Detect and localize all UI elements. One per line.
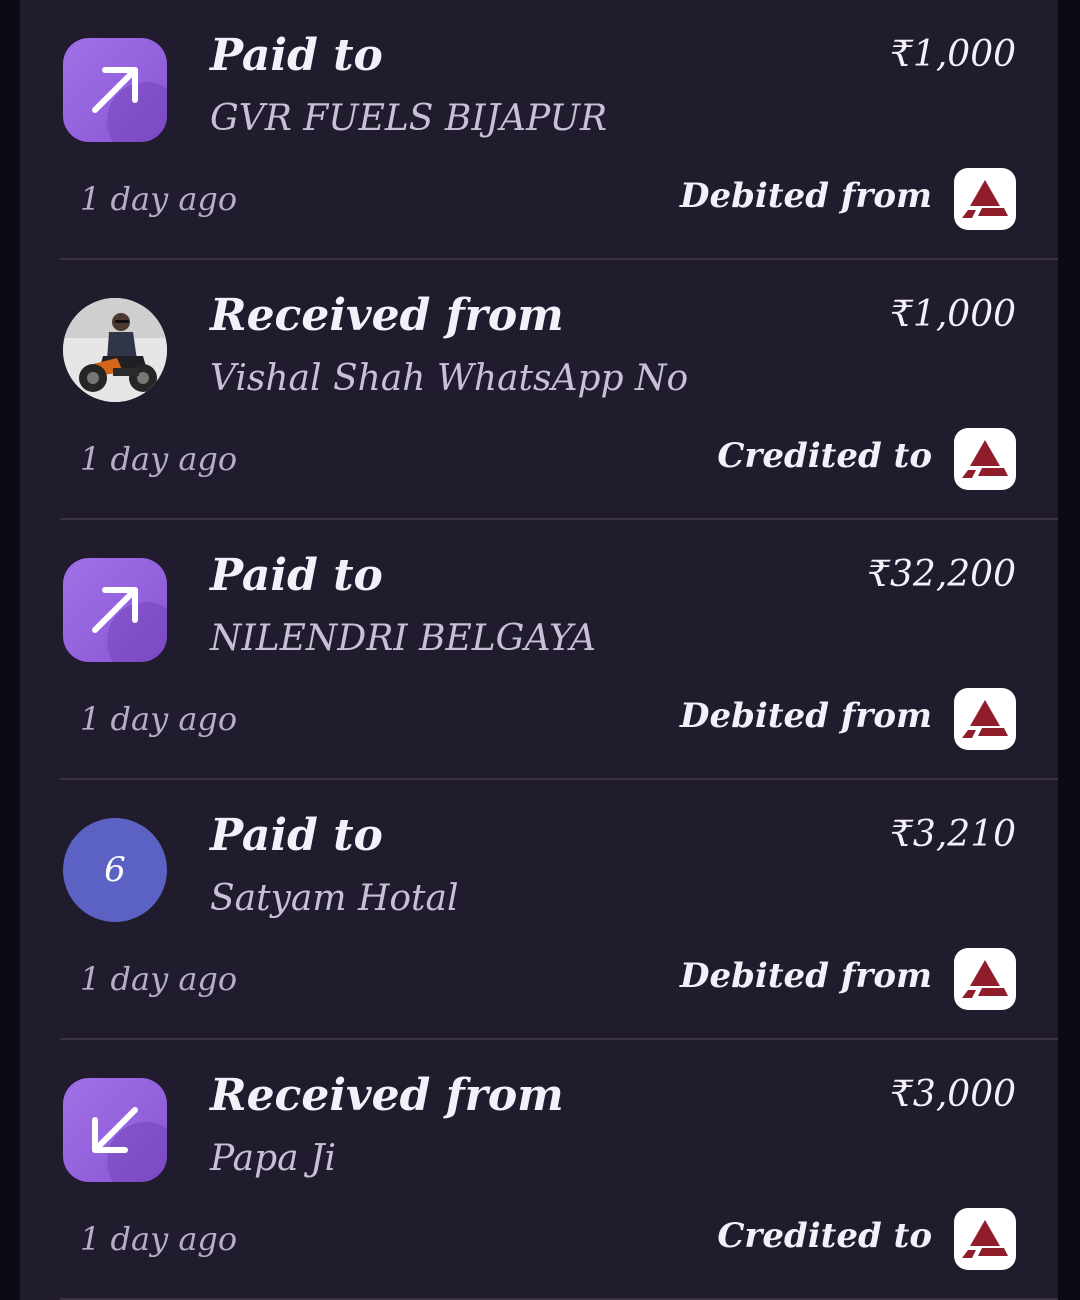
arrow-down-left-icon bbox=[63, 1078, 167, 1182]
account-status-label: Debited from bbox=[680, 956, 932, 996]
avatar-letter: 6 bbox=[104, 850, 126, 890]
counterparty-name: Vishal Shah WhatsApp No bbox=[210, 358, 689, 399]
transaction-row[interactable]: Received from Vishal Shah WhatsApp No ₹1… bbox=[60, 260, 1058, 520]
transaction-row[interactable]: Received from Papa Ji ₹3,000 1 day ago C… bbox=[60, 1040, 1058, 1300]
transaction-time: 1 day ago bbox=[80, 700, 238, 738]
axis-bank-logo-icon bbox=[954, 168, 1016, 230]
axis-bank-logo-icon bbox=[954, 1208, 1016, 1270]
transaction-time: 1 day ago bbox=[80, 960, 238, 998]
account-status-label: Credited to bbox=[717, 436, 932, 476]
transaction-amount: ₹1,000 bbox=[890, 34, 1016, 75]
axis-bank-logo-icon bbox=[954, 428, 1016, 490]
transaction-time: 1 day ago bbox=[80, 180, 238, 218]
avatar bbox=[63, 298, 167, 402]
transaction-type: Paid to bbox=[210, 30, 383, 81]
axis-bank-logo-icon bbox=[954, 948, 1016, 1010]
counterparty-name: NILENDRI BELGAYA bbox=[210, 618, 596, 659]
transaction-row[interactable]: Paid to NILENDRI BELGAYA ₹32,200 1 day a… bbox=[60, 520, 1058, 780]
arrow-up-right-icon bbox=[63, 38, 167, 142]
transaction-amount: ₹32,200 bbox=[867, 554, 1016, 595]
transaction-list: Paid to GVR FUELS BIJAPUR ₹1,000 1 day a… bbox=[20, 0, 1058, 1300]
account-status-label: Debited from bbox=[680, 696, 932, 736]
transaction-amount: ₹3,000 bbox=[890, 1074, 1016, 1115]
account-status-label: Credited to bbox=[717, 1216, 932, 1256]
transaction-amount: ₹1,000 bbox=[890, 294, 1016, 335]
transaction-time: 1 day ago bbox=[80, 440, 238, 478]
transaction-type: Received from bbox=[210, 1070, 564, 1121]
transaction-amount: ₹3,210 bbox=[890, 814, 1016, 855]
transaction-row[interactable]: Paid to GVR FUELS BIJAPUR ₹1,000 1 day a… bbox=[60, 0, 1058, 260]
avatar: 6 bbox=[63, 818, 167, 922]
account-status-label: Debited from bbox=[680, 176, 932, 216]
transaction-history-panel: Paid to GVR FUELS BIJAPUR ₹1,000 1 day a… bbox=[20, 0, 1058, 1300]
transaction-type: Received from bbox=[210, 290, 564, 341]
counterparty-name: Satyam Hotal bbox=[210, 878, 459, 919]
transaction-time: 1 day ago bbox=[80, 1220, 238, 1258]
transaction-row[interactable]: 6 Paid to Satyam Hotal ₹3,210 1 day ago … bbox=[60, 780, 1058, 1040]
axis-bank-logo-icon bbox=[954, 688, 1016, 750]
transaction-type: Paid to bbox=[210, 550, 383, 601]
arrow-up-right-icon bbox=[63, 558, 167, 662]
transaction-type: Paid to bbox=[210, 810, 383, 861]
counterparty-name: Papa Ji bbox=[210, 1138, 336, 1179]
counterparty-name: GVR FUELS BIJAPUR bbox=[210, 98, 608, 139]
